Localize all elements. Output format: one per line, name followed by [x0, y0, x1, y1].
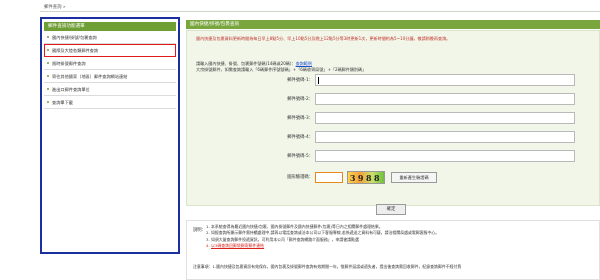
sidebar-item-label: 國內快捷/掛號/包裹查詢: [52, 35, 97, 40]
tracking-row-1: 郵件號碼-1：: [187, 74, 600, 88]
tracking-label-4: 郵件號碼-4：: [287, 135, 313, 140]
sidebar-item-foreign-sites[interactable]: 寄往其他國家（地區）郵件查詢網站連結: [44, 70, 176, 83]
description-list: 本系統查得為最近國內快捷/包裹、國內掛號郵件及國內快捷郵件(包裹)等日內之相關郵…: [203, 224, 591, 249]
description-box: 說明： 本系統查得為最近國內快捷/包裹、國內掛號郵件及國內快捷郵件(包裹)等日內…: [186, 220, 600, 280]
tracking-number-input-4[interactable]: [315, 131, 575, 143]
example-link[interactable]: 查詢範例: [296, 61, 312, 66]
tracking-row-5: 郵件號碼-5：: [187, 150, 600, 164]
main-content: 國內快捷/掛號/包裹查詢 國內快捷及包裹資料更新時間為每日早上8點5分、早上10…: [186, 20, 600, 280]
tracking-label-1: 郵件號碼-1：: [287, 78, 313, 83]
confirm-button[interactable]: 確定: [376, 204, 406, 215]
tracking-row-4: 郵件號碼-4：: [187, 131, 600, 145]
bullet-icon: [47, 36, 49, 38]
sidebar-item-label: 限時掛號郵件查詢: [52, 61, 86, 66]
tracking-number-input-3[interactable]: [315, 112, 575, 124]
sidebar-item-domestic-tracking[interactable]: 國內快捷/掛號/包裹查詢: [44, 31, 176, 44]
tracking-row-2: 郵件號碼-2：: [187, 93, 600, 107]
input-hint: 請輸入國內快捷、掛號、包裹郵件號碼(14碼或20碼)：查詢範例 大宗掛號郵件，如…: [196, 61, 367, 72]
tracking-label-3: 郵件號碼-3：: [287, 116, 313, 121]
tracking-label-5: 郵件號碼-5：: [287, 154, 313, 159]
update-notice: 國內快捷及包裹資料更新時間為每日早上8點5分、早上10點5分及晚上12點5分等3…: [196, 36, 451, 41]
tracking-number-input-5[interactable]: [315, 150, 575, 162]
sidebar-item-label: 國際及大陸各類郵件查詢: [52, 48, 99, 53]
hint-text-bulk: 大宗掛號郵件，如需查詢請輸入「6碼郵件序號號碼」+「6碼收寄局號」+「2碼郵件類…: [196, 66, 367, 72]
breadcrumb: 郵件查詢 »: [44, 5, 66, 10]
sidebar-item-international-tracking[interactable]: 國際及大陸各類郵件查詢: [44, 44, 176, 57]
bullet-icon: [47, 49, 49, 51]
sidebar-menu: 國內快捷/掛號/包裹查詢 國際及大陸各類郵件查詢 限時掛號郵件查詢 寄往其他國家…: [44, 31, 176, 109]
bullet-icon: [47, 88, 49, 90]
sidebar-item-label: 寄往其他國家（地區）郵件查詢網站連結: [52, 74, 128, 79]
bullet-icon: [47, 62, 49, 64]
sidebar-item-time-limit-registered[interactable]: 限時掛號郵件查詢: [44, 57, 176, 70]
tracking-number-input-1[interactable]: [315, 74, 575, 86]
hint-text: 請輸入國內快捷、掛號、包裹郵件號碼(14碼或20碼): [196, 61, 292, 66]
captcha-row: 圖形驗證碼： 3988 重新產生驗證碼: [187, 171, 600, 185]
page-title: 國內快捷/掛號/包裹查詢: [186, 20, 600, 29]
sidebar-item-label: 查詢單下載: [52, 100, 73, 105]
sidebar-item-label: 進出口郵件查詢單位: [52, 87, 90, 92]
tracking-number-input-2[interactable]: [315, 93, 575, 105]
query-form-panel: 國內快捷及包裹資料更新時間為每日早上8點5分、早上10點5分及晚上12點5分等3…: [186, 30, 600, 206]
bullet-icon: [47, 75, 49, 77]
sidebar-item-import-export-units[interactable]: 進出口郵件查詢單位: [44, 83, 176, 96]
captcha-label: 圖形驗證碼：: [287, 175, 313, 180]
sidebar-item-form-download[interactable]: 查詢單下載: [44, 96, 176, 109]
notes-text: 注意事項：1.國內快捷及包裹資訊有效保存，國內包裹及掛號郵件查詢有效期間一年，惟…: [193, 264, 462, 269]
return-envelope-link[interactable]: 以3碼查詢回郵袋郵寄郵件連結: [211, 243, 591, 249]
tracking-row-3: 郵件號碼-3：: [187, 112, 600, 126]
header-divider: [40, 11, 600, 12]
text-cursor: [318, 77, 319, 84]
captcha-input[interactable]: [315, 172, 343, 183]
bullet-icon: [47, 101, 49, 103]
captcha-image: 3988: [347, 171, 385, 184]
regenerate-captcha-button[interactable]: 重新產生驗證碼: [391, 172, 437, 183]
sidebar-title: 郵件查詢功能選單: [44, 22, 176, 31]
tracking-label-2: 郵件號碼-2：: [287, 97, 313, 102]
